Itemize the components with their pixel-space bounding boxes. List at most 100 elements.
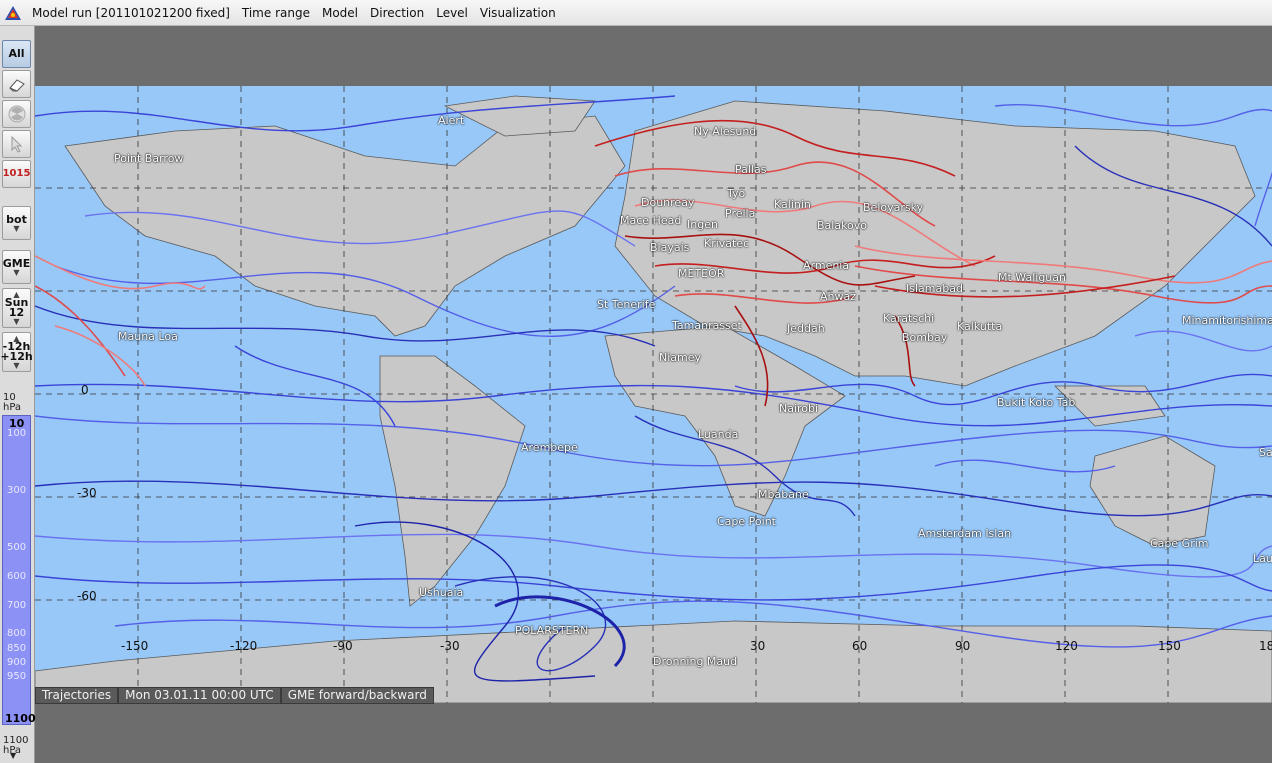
lon-label: 120 xyxy=(1055,639,1078,653)
level-slider[interactable]: 10 hPa 10 100 300 500 600 700 800 850 90… xyxy=(0,392,36,763)
model-button[interactable]: GME ▼ xyxy=(2,250,31,284)
menu-level[interactable]: Level xyxy=(430,6,474,20)
station-label: Armenia xyxy=(803,259,850,272)
station-label: Sa xyxy=(1259,446,1272,459)
map-canvas xyxy=(35,86,1272,703)
eraser-icon xyxy=(8,79,25,92)
station-label: Ny-Alesund xyxy=(694,125,757,138)
station-label: Dounreay xyxy=(641,196,695,209)
station-label: Islamabad xyxy=(906,282,963,295)
station-label: Tamanrasset xyxy=(672,319,742,332)
menu-direction[interactable]: Direction xyxy=(364,6,430,20)
chevron-down-icon: ▼ xyxy=(13,317,20,326)
station-label: Dronning Maud xyxy=(653,655,738,668)
lon-label: -30 xyxy=(440,639,460,653)
station-label: Prella xyxy=(725,207,756,220)
trajectory-map[interactable]: 0 -30 -60 -150 -120 -90 -30 30 60 90 120… xyxy=(35,86,1272,703)
lon-label: 90 xyxy=(955,639,971,653)
station-label: Nairobi xyxy=(779,402,819,415)
station-label: Lau xyxy=(1253,552,1272,565)
radiation-icon xyxy=(8,105,25,123)
station-label: Ingen xyxy=(687,218,718,231)
station-label: Ahwaz xyxy=(820,290,857,303)
station-label: Karatschi xyxy=(883,312,935,325)
chevron-down-icon: ▼ xyxy=(13,223,20,233)
cursor-button[interactable] xyxy=(2,130,31,158)
station-label: St Tenerife xyxy=(597,298,656,311)
level-selected-bottom: 1100 xyxy=(5,712,36,725)
status-time: Mon 03.01.11 00:00 UTC xyxy=(118,687,281,704)
level-tick: 950 xyxy=(7,671,27,682)
lon-label: -120 xyxy=(230,639,258,653)
station-label: Balakovo xyxy=(817,219,868,232)
time-selector[interactable]: ▲ Sun 12 ▼ xyxy=(2,288,31,328)
land-masses xyxy=(35,95,1272,703)
status-model: GME forward/backward xyxy=(280,687,434,704)
lon-label: 60 xyxy=(852,639,868,653)
chevron-down-icon: ▼ xyxy=(13,267,20,277)
menu-model-run[interactable]: Model run [201101021200 fixed] xyxy=(26,6,236,20)
station-label: Alert xyxy=(438,114,465,127)
status-label: Trajectories xyxy=(35,687,119,704)
station-label: Point Barrow xyxy=(114,152,184,165)
station-label: Blayais xyxy=(650,241,690,254)
station-label: Amsterdam Islan xyxy=(918,527,1012,540)
select-all-button[interactable]: All xyxy=(2,40,31,68)
station-label: Pallas xyxy=(735,163,767,176)
lon-label: -150 xyxy=(121,639,149,653)
time-step-control[interactable]: ▲ -12h +12h ▼ xyxy=(0,332,33,372)
level-bottom-button[interactable]: bot ▼ xyxy=(2,206,31,240)
station-label: Luanda xyxy=(698,428,739,441)
menu-bar: Model run [201101021200 fixed] Time rang… xyxy=(0,0,1272,26)
station-label: Niamey xyxy=(659,351,702,364)
station-label: Kalinin xyxy=(774,198,811,211)
station-label: Ushuaia xyxy=(419,586,464,599)
menu-time-range[interactable]: Time range xyxy=(236,6,316,20)
app-logo-icon xyxy=(0,0,26,25)
bottom-label: bot xyxy=(6,212,27,226)
menu-visualization[interactable]: Visualization xyxy=(474,6,562,20)
station-label: Cape Point xyxy=(717,515,776,528)
model-label: GME xyxy=(2,256,31,270)
isobar-label: 1015 xyxy=(2,168,31,179)
station-label: POLARSTERN xyxy=(515,624,589,637)
isobar-button[interactable]: 1015 xyxy=(2,160,31,188)
level-tick: 850 xyxy=(7,643,27,654)
radiation-button[interactable] xyxy=(2,100,31,128)
station-label: METEOR xyxy=(678,267,725,280)
lat-label: 0 xyxy=(81,383,89,397)
eraser-button[interactable] xyxy=(2,70,31,98)
station-label: Krivatec xyxy=(704,237,750,250)
level-tick: 300 xyxy=(7,485,27,496)
chevron-down-icon: ▼ xyxy=(13,361,20,370)
status-bar: Trajectories Mon 03.01.11 00:00 UTC GME … xyxy=(35,687,434,704)
station-label: Jeddah xyxy=(787,322,825,335)
lat-label: -60 xyxy=(77,589,97,603)
station-label: Minamitorishima xyxy=(1182,314,1272,327)
level-tick: 900 xyxy=(7,657,27,668)
lon-label: 18 xyxy=(1259,639,1272,653)
level-top-unit: hPa xyxy=(3,402,22,413)
station-label: Mauna Loa xyxy=(118,330,178,343)
lat-label: -30 xyxy=(77,486,97,500)
station-label: Bombay xyxy=(902,331,948,344)
chevron-down-icon[interactable]: ▼ xyxy=(10,751,16,760)
level-tick: 500 xyxy=(7,542,27,553)
menu-model[interactable]: Model xyxy=(316,6,364,20)
station-label: Mbabane xyxy=(758,488,809,501)
cursor-icon xyxy=(11,135,22,153)
station-label: Bukit Koto Tab xyxy=(997,396,1076,409)
station-label: Cape Grim xyxy=(1150,537,1209,550)
level-tick: 100 xyxy=(7,428,27,439)
station-label: Mt Waliguan xyxy=(998,271,1066,284)
station-label: Beloyarsky xyxy=(863,201,924,214)
level-tick: 700 xyxy=(7,600,27,611)
station-label: Tyo xyxy=(727,187,746,200)
lon-label: 30 xyxy=(750,639,766,653)
all-label: All xyxy=(8,47,25,60)
station-label: Mace Head xyxy=(620,214,682,227)
station-label: Kalkutta xyxy=(957,320,1003,333)
lon-label: -90 xyxy=(333,639,353,653)
station-label: Arembepe xyxy=(521,441,578,454)
level-range-bar[interactable]: 10 100 300 500 600 700 800 850 900 950 1… xyxy=(2,415,36,725)
